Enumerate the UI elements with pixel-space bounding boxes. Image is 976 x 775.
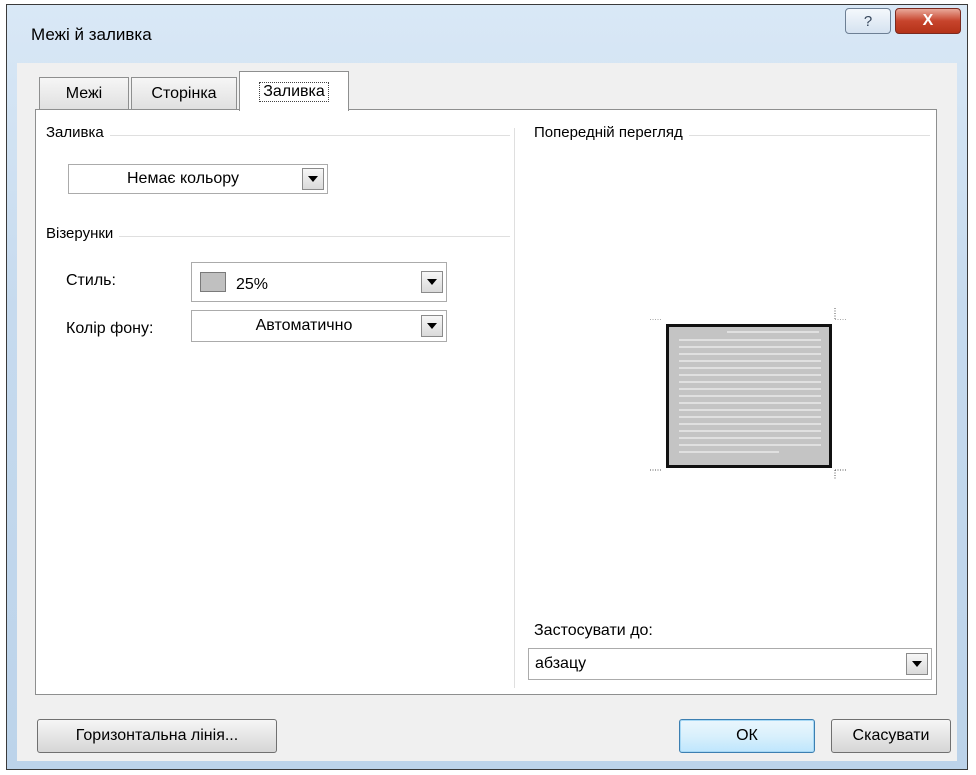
- background-color-value: Автоматично: [255, 317, 353, 334]
- chevron-down-icon[interactable]: [421, 271, 443, 293]
- tab-page[interactable]: Сторінка: [131, 77, 237, 109]
- dialog-body: Межі Сторінка Заливка Заливка Немає коль…: [17, 63, 957, 761]
- style-value: 25%: [236, 276, 269, 293]
- help-button[interactable]: ?: [845, 8, 891, 34]
- fill-group-label: Заливка: [46, 124, 110, 141]
- corner-mark-bottom-left: [650, 469, 662, 471]
- fill-color-value: Немає кольору: [127, 170, 239, 187]
- corner-mark-top-left: [650, 319, 662, 320]
- style-label: Стиль:: [66, 272, 116, 289]
- tab-borders-label: Межі: [65, 84, 103, 102]
- chevron-down-icon[interactable]: [906, 653, 928, 675]
- horizontal-line-button[interactable]: Горизонтальна лінія...: [37, 719, 277, 753]
- borders-and-shading-dialog: Межі й заливка ? X Межі Сторінка Заливка…: [6, 4, 968, 770]
- panel-divider: [514, 128, 515, 688]
- ok-button[interactable]: ОК: [679, 719, 815, 753]
- preview-paragraph: [666, 324, 832, 468]
- preview-area[interactable]: [516, 170, 936, 550]
- background-color-combo[interactable]: Автоматично: [191, 310, 447, 342]
- tab-shading-label: Заливка: [259, 81, 329, 102]
- fill-color-combo[interactable]: Немає кольору: [68, 164, 328, 194]
- corner-mark-bottom-right: [834, 469, 846, 480]
- close-button[interactable]: X: [895, 8, 961, 34]
- cancel-button[interactable]: Скасувати: [831, 719, 951, 753]
- ok-label: ОК: [736, 727, 758, 744]
- tab-page-label: Сторінка: [151, 84, 217, 102]
- corner-mark-top-right: [834, 308, 846, 320]
- chevron-down-icon[interactable]: [302, 168, 324, 190]
- apply-to-combo[interactable]: абзацу: [528, 648, 932, 680]
- shading-tab-panel: Заливка Немає кольору Візерунки Стиль: 2…: [35, 109, 937, 695]
- chevron-down-icon[interactable]: [421, 315, 443, 337]
- window-title: Межі й заливка: [31, 25, 152, 44]
- fill-group-line: [46, 135, 510, 136]
- background-color-label: Колір фону:: [66, 320, 154, 337]
- preview-group-label: Попередній перегляд: [534, 124, 689, 141]
- apply-to-label: Застосувати до:: [534, 622, 653, 639]
- title-bar[interactable]: Межі й заливка ? X: [7, 5, 967, 63]
- close-icon: X: [922, 12, 934, 29]
- horizontal-line-label: Горизонтальна лінія...: [75, 727, 239, 744]
- apply-to-value: абзацу: [535, 655, 587, 672]
- cancel-label: Скасувати: [852, 727, 930, 744]
- help-icon: ?: [863, 12, 873, 30]
- tab-shading[interactable]: Заливка: [239, 71, 349, 111]
- style-swatch: [200, 272, 226, 292]
- style-combo[interactable]: 25%: [191, 262, 447, 302]
- tab-borders[interactable]: Межі: [39, 77, 129, 109]
- patterns-group-label: Візерунки: [46, 225, 120, 242]
